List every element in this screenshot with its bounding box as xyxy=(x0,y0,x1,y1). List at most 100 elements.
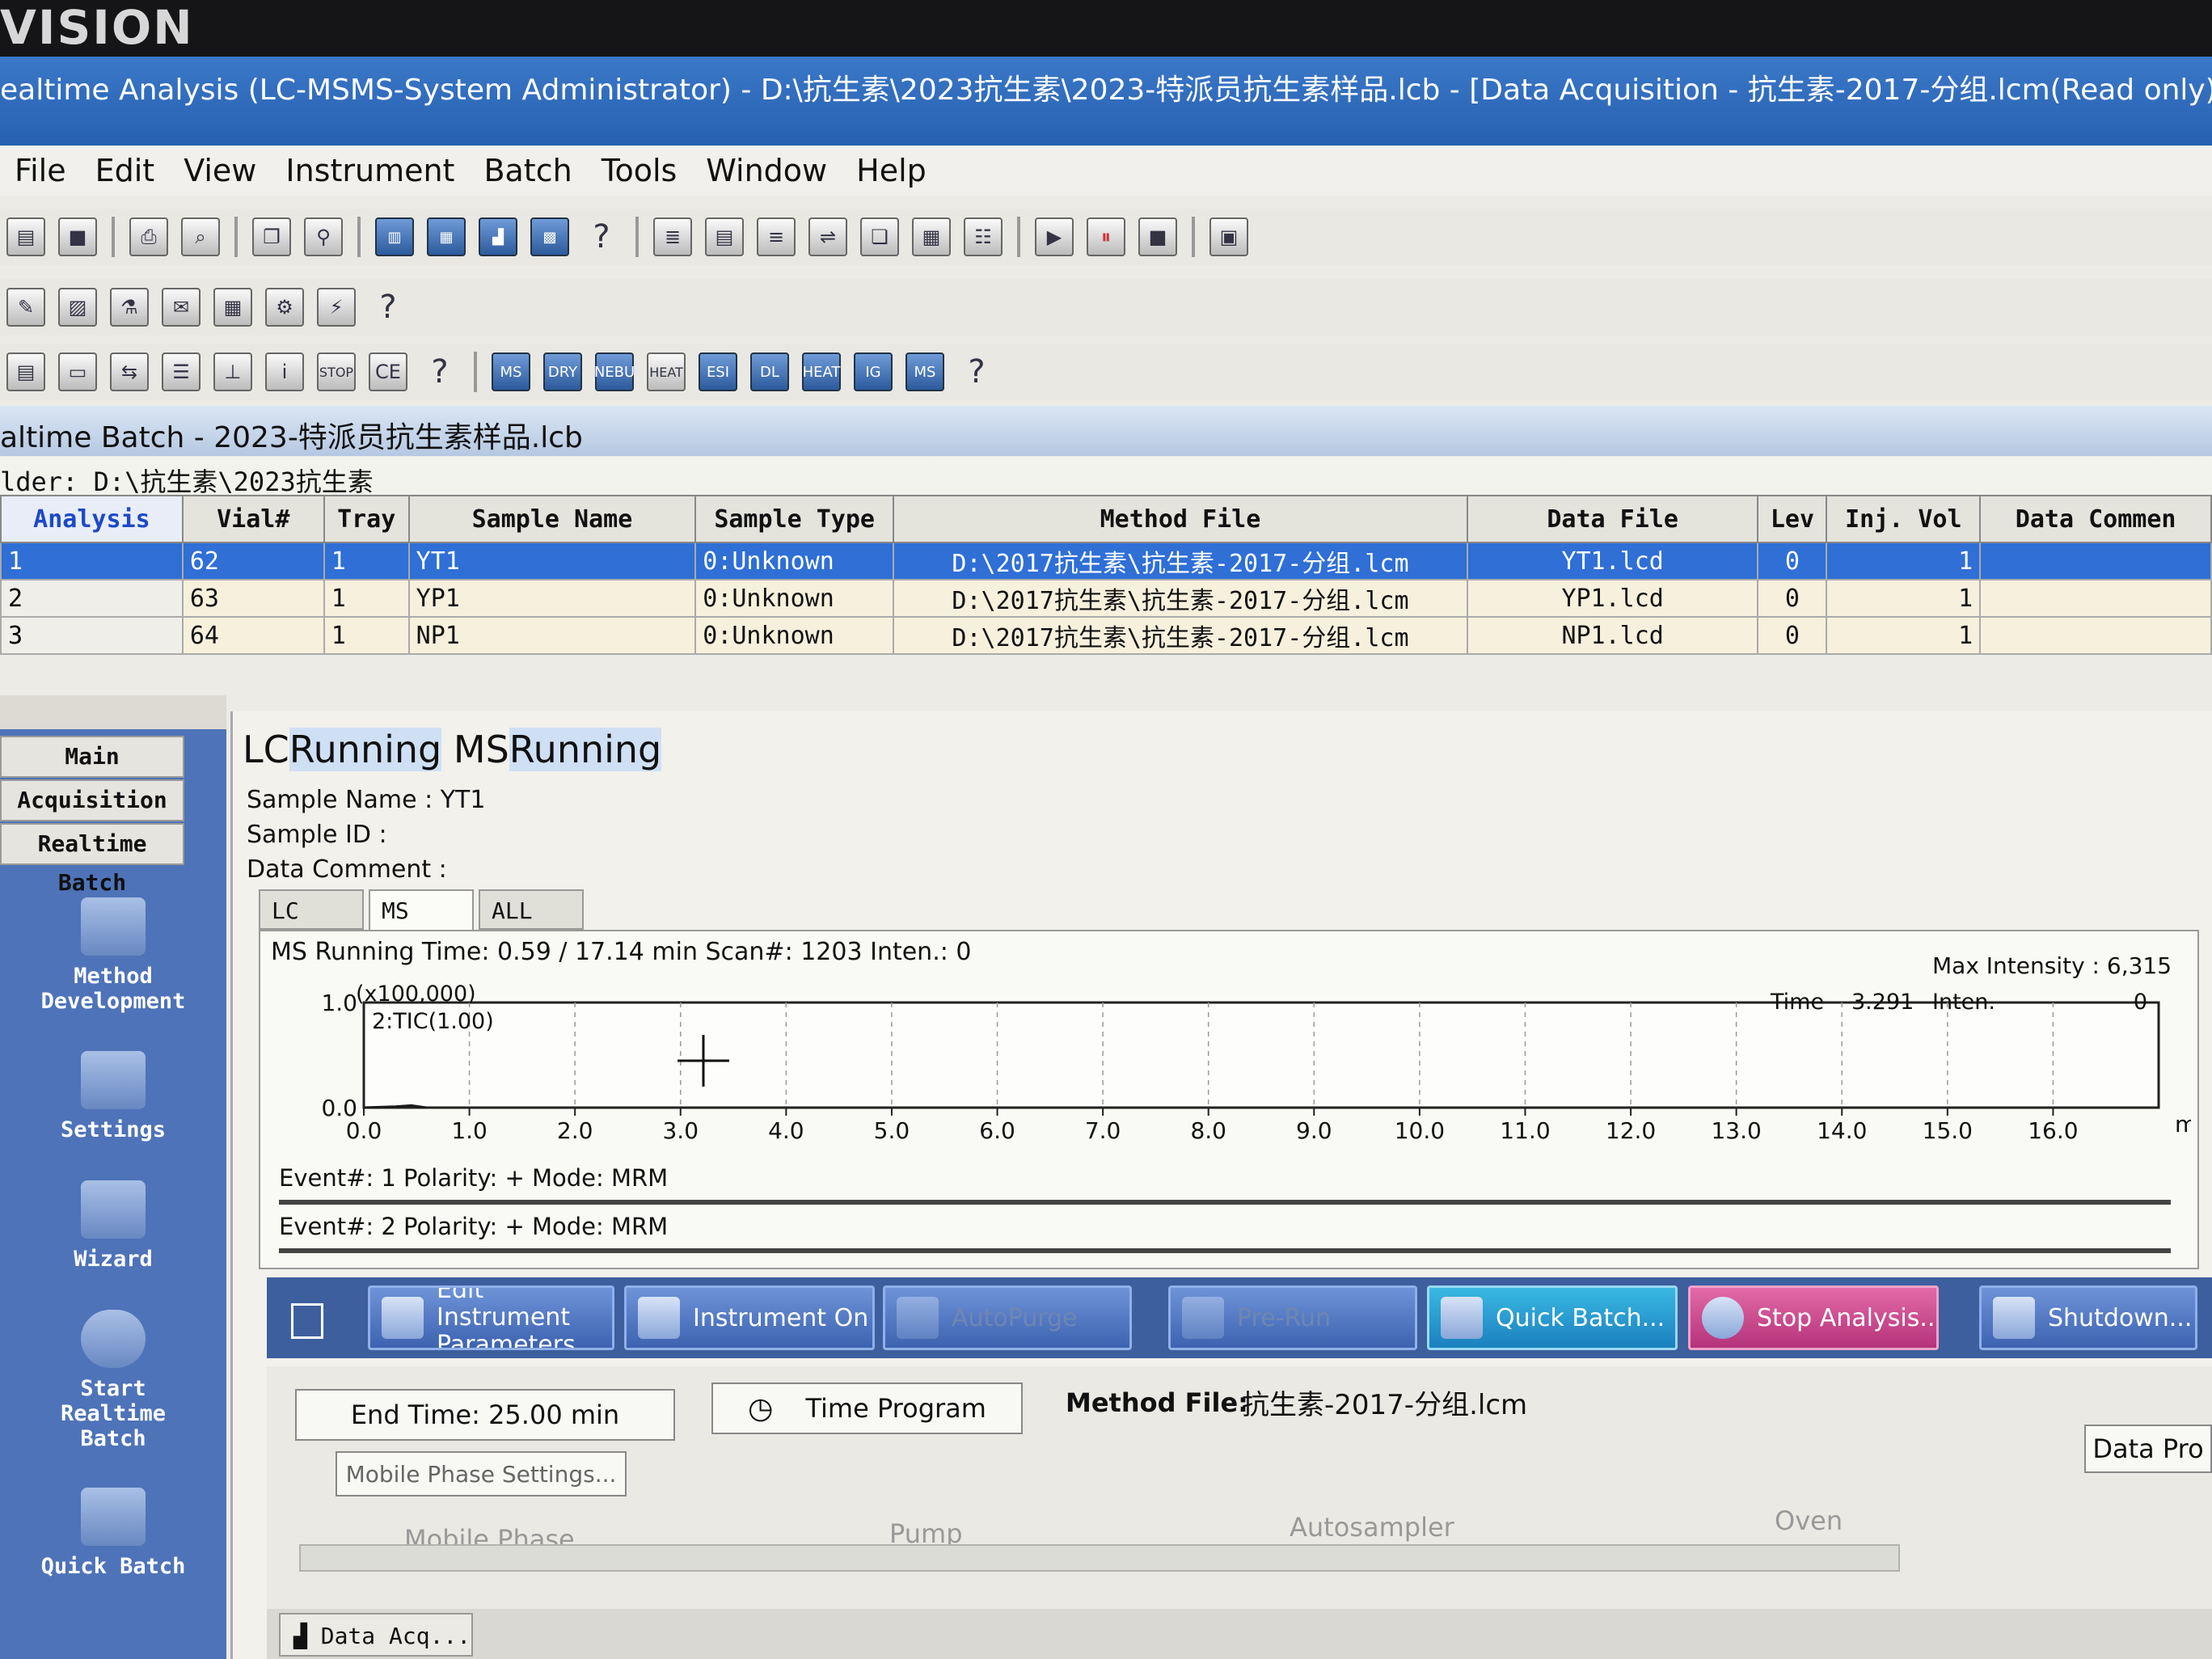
end-time-field[interactable]: End Time: 25.00 min xyxy=(295,1389,675,1441)
print-preview-icon[interactable]: ⌕ xyxy=(181,217,220,256)
cell-data-comment[interactable] xyxy=(1979,579,2212,618)
cell-sample-type[interactable]: 0:Unknown xyxy=(694,542,895,580)
instrument-icon[interactable]: ▦ xyxy=(213,288,252,327)
screen-icon[interactable]: ▭ xyxy=(58,352,97,391)
edit-instrument-parameters-button[interactable]: Edit Instrument Parameters... xyxy=(368,1285,614,1350)
nav-acquisition-button[interactable]: Acquisition xyxy=(0,779,184,821)
stop-label-icon[interactable]: STOP xyxy=(317,352,356,391)
cell-method-file[interactable]: D:\2017抗生素\抗生素-2017-分组.lcm xyxy=(893,579,1468,618)
cell-level[interactable]: 0 xyxy=(1757,542,1828,580)
help-icon[interactable]: ? xyxy=(582,217,621,256)
autosampler-icon[interactable]: ⚙ xyxy=(265,288,304,327)
connect-icon[interactable]: ⇆ xyxy=(110,352,149,391)
batch-table-icon[interactable]: ▤ xyxy=(705,217,744,256)
dry-gas-icon[interactable]: DRY xyxy=(543,352,582,391)
nav-method-development[interactable]: Method Development xyxy=(0,897,226,1014)
chromatogram-chart[interactable]: 0.0 1.0 2.0 3.0 4.0 5.0 6.0 7.0 8.0 9.0 10.0 11.0 12… xyxy=(267,978,2191,1172)
mail-icon[interactable]: ✉ xyxy=(162,288,201,327)
menu-tools[interactable]: Tools xyxy=(602,153,678,188)
pause-icon[interactable]: ⏸ xyxy=(1087,217,1125,256)
nav-start-realtime-batch[interactable]: Start Realtime Batch xyxy=(0,1310,226,1451)
horizontal-scrollbar[interactable] xyxy=(299,1544,1900,1572)
prerun-button[interactable]: Pre-Run xyxy=(1168,1285,1417,1350)
col-data-comment[interactable]: Data Commen xyxy=(1979,495,2212,543)
stop-analysis-button[interactable]: Stop Analysis... xyxy=(1688,1285,1939,1350)
menu-help[interactable]: Help xyxy=(856,153,927,188)
col-analysis[interactable]: Analysis xyxy=(0,495,184,543)
column-icon[interactable]: ⊥ xyxy=(213,352,252,391)
cell-vial[interactable]: 64 xyxy=(181,616,325,655)
table-row[interactable]: 3 64 1 NP1 0:Unknown D:\2017抗生素\抗生素-2017… xyxy=(0,616,2212,655)
cell-sample-type[interactable]: 0:Unknown xyxy=(694,616,895,655)
method-icon[interactable]: ▨ xyxy=(58,288,97,327)
row-number[interactable]: 2 xyxy=(0,579,184,618)
cell-tray[interactable]: 1 xyxy=(323,616,410,655)
ion-gauge-icon[interactable]: IG xyxy=(854,352,893,391)
help-icon[interactable]: ? xyxy=(957,352,996,391)
help-icon[interactable]: ? xyxy=(369,288,407,327)
col-tray[interactable]: Tray xyxy=(323,495,410,543)
report-icon[interactable]: ▣ xyxy=(1209,217,1248,256)
tab-all[interactable]: ALL xyxy=(479,889,584,930)
cell-sample-name[interactable]: YT1 xyxy=(407,542,697,580)
col-inj-vol[interactable]: Inj. Vol xyxy=(1826,495,1982,543)
cell-data-comment[interactable] xyxy=(1979,542,2212,580)
menu-window[interactable]: Window xyxy=(706,153,827,188)
vial-icon[interactable]: ⚗ xyxy=(110,288,149,327)
cell-vial[interactable]: 62 xyxy=(181,542,325,580)
grid-icon[interactable]: ▦ xyxy=(912,217,951,256)
cell-inj-vol[interactable]: 1 xyxy=(1826,616,1982,655)
add-row-icon[interactable]: ≡ xyxy=(757,217,796,256)
stop-icon[interactable]: ■ xyxy=(1138,217,1177,256)
heat-icon[interactable]: HEAT xyxy=(647,352,686,391)
autopurge-button[interactable]: AutoPurge xyxy=(883,1285,1132,1350)
row-number[interactable]: 3 xyxy=(0,616,184,655)
dl-icon[interactable]: DL xyxy=(750,352,789,391)
detector-icon[interactable]: ⚡ xyxy=(317,288,356,327)
heat-block-icon[interactable]: HEAT xyxy=(802,352,841,391)
window-title-bar[interactable]: ealtime Analysis (LC-MSMS-System Adminis… xyxy=(0,57,2212,146)
event-row-2[interactable]: Event#: 2 Polarity: + Mode: MRM xyxy=(279,1213,2171,1253)
ms-monitor-icon[interactable]: MS xyxy=(905,352,944,391)
layout-icon[interactable]: ▥ xyxy=(375,217,414,256)
insert-row-icon[interactable]: ⇌ xyxy=(808,217,847,256)
find-icon[interactable]: ⚲ xyxy=(304,217,343,256)
info-icon[interactable]: ⅰ xyxy=(265,352,304,391)
paste-icon[interactable]: ❏ xyxy=(860,217,899,256)
cell-vial[interactable]: 63 xyxy=(181,579,325,618)
quick-batch-button[interactable]: Quick Batch... xyxy=(1427,1285,1678,1350)
tab-lc[interactable]: LC xyxy=(259,889,364,930)
cell-sample-name[interactable]: NP1 xyxy=(407,616,697,655)
cell-data-file[interactable]: YT1.lcd xyxy=(1466,542,1759,580)
cell-tray[interactable]: 1 xyxy=(323,542,410,580)
print-icon[interactable]: ⎙ xyxy=(129,217,168,256)
cell-data-file[interactable]: NP1.lcd xyxy=(1466,616,1759,655)
panel-icon[interactable]: ▤ xyxy=(6,352,45,391)
event-row-1[interactable]: Event#: 1 Polarity: + Mode: MRM xyxy=(279,1164,2171,1205)
col-sample-name[interactable]: Sample Name xyxy=(407,495,697,543)
instrument-on-button[interactable]: Instrument On xyxy=(624,1285,875,1350)
col-method-file[interactable]: Method File xyxy=(893,495,1468,543)
copy-icon[interactable]: ❐ xyxy=(252,217,291,256)
menu-batch[interactable]: Batch xyxy=(483,153,572,188)
nav-realtime-batch-button[interactable]: Realtime Batch xyxy=(0,823,184,896)
cell-sample-type[interactable]: 0:Unknown xyxy=(694,579,895,618)
cell-tray[interactable]: 1 xyxy=(323,579,410,618)
table-row[interactable]: 1 62 1 YT1 0:Unknown D:\2017抗生素\抗生素-2017… xyxy=(0,542,2212,580)
nav-settings[interactable]: Settings xyxy=(0,1051,226,1142)
time-program-button[interactable]: ◷ Time Program xyxy=(711,1382,1023,1434)
cell-method-file[interactable]: D:\2017抗生素\抗生素-2017-分组.lcm xyxy=(893,616,1468,655)
mobile-phase-settings-button[interactable]: Mobile Phase Settings... xyxy=(336,1451,627,1496)
help-icon[interactable]: ? xyxy=(420,352,459,391)
menu-edit[interactable]: Edit xyxy=(95,153,155,188)
chart-view-icon[interactable]: ▟ xyxy=(479,217,517,256)
save-icon[interactable]: ■ xyxy=(58,217,97,256)
monitor-view-icon[interactable]: ▩ xyxy=(530,217,569,256)
menu-instrument[interactable]: Instrument xyxy=(285,153,454,188)
batch-edit-icon[interactable]: ≣ xyxy=(653,217,692,256)
tray-icon[interactable]: ☰ xyxy=(162,352,201,391)
menu-file[interactable]: File xyxy=(15,153,66,188)
cell-level[interactable]: 0 xyxy=(1757,579,1828,618)
table-view-icon[interactable]: ▦ xyxy=(427,217,466,256)
col-sample-type[interactable]: Sample Type xyxy=(694,495,895,543)
